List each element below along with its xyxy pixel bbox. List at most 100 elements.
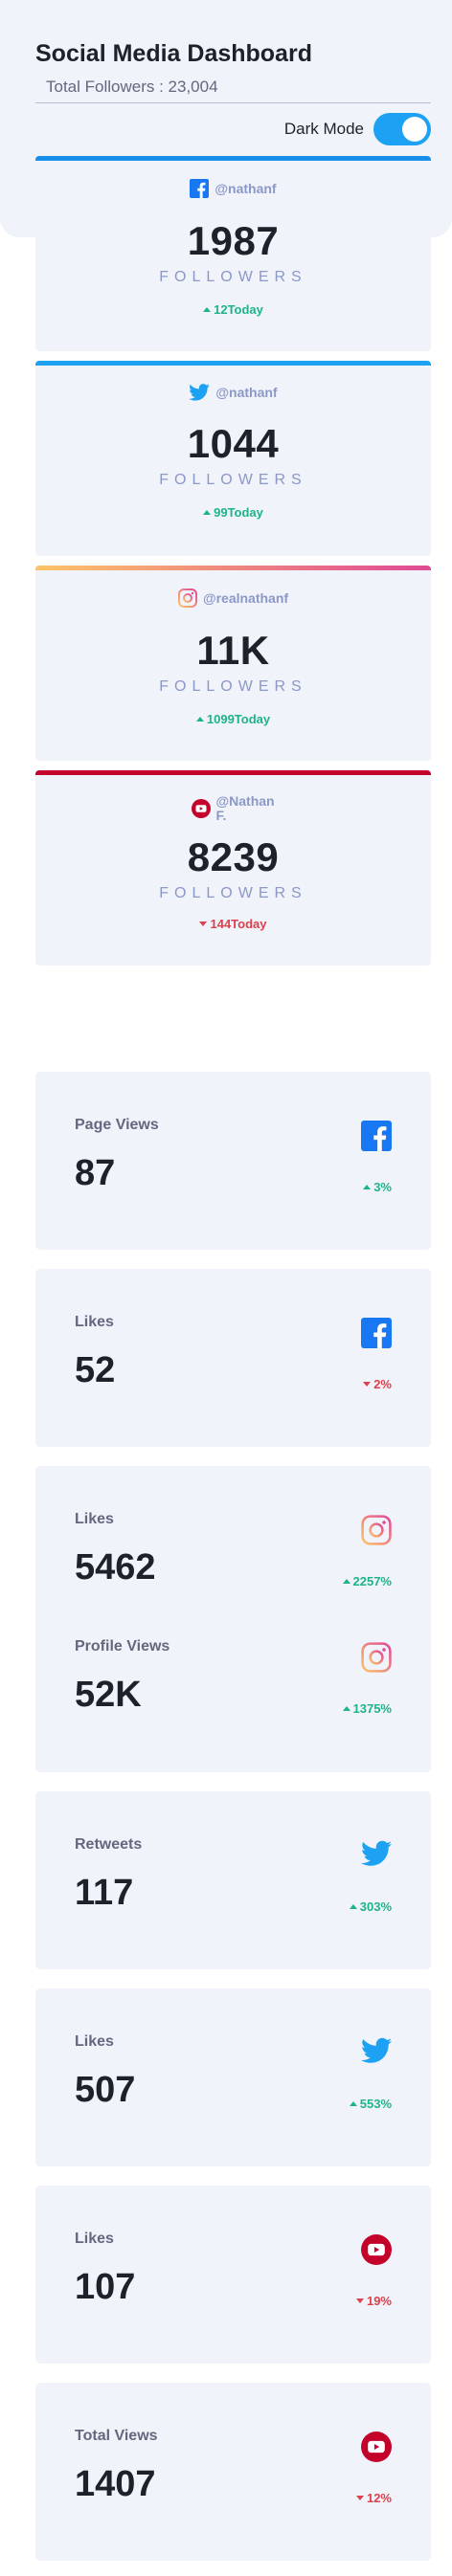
card-top-bar [35,770,431,775]
arrow-down-icon [363,1382,372,1387]
overview-row-instagram-profile-views[interactable]: Profile Views 52K 1375% [35,1593,431,1721]
card-handle: @Nathan F. [215,793,275,823]
overview-card-youtube-total-views[interactable]: Total Views 1407 12% [35,2383,431,2561]
overview-title: Likes [75,1314,114,1330]
follower-card-facebook[interactable]: @nathanf 1987 FOLLOWERS 12Today [35,156,431,351]
arrow-up-icon [195,717,204,722]
total-followers: Total Followers : 23,004 [46,78,218,96]
follower-count: 1044 [187,421,280,466]
overview-change: 12% [355,2491,392,2505]
follower-card-twitter[interactable]: @nathanf 1044 FOLLOWERS 99Today [35,361,431,556]
overview-card-youtube-likes[interactable]: Likes 107 19% [35,2186,431,2364]
overview-value: 52K [75,1675,142,1715]
card-handle-row: @Nathan F. [35,794,431,823]
overview-change: 2% [363,1377,392,1391]
followers-label: FOLLOWERS [159,885,307,901]
follower-card-youtube[interactable]: @Nathan F. 8239 FOLLOWERS 144Today [35,770,431,966]
overview-row-instagram-likes[interactable]: Likes 5462 2257% [35,1466,431,1593]
follower-count: 1987 [187,218,280,263]
page-title: Social Media Dashboard [35,40,312,67]
toggle-knob [402,117,427,142]
overview-card-facebook-likes[interactable]: Likes 52 2% [35,1269,431,1447]
instagram-icon [177,588,197,608]
twitter-icon [189,384,211,401]
today-change: 12Today [35,302,431,317]
today-change-value: 1099Today [206,712,271,726]
today-change-value: 144Today [210,917,267,931]
overview-card-twitter-likes[interactable]: Likes 507 553% [35,1988,431,2166]
overview-card-instagram[interactable]: Likes 5462 2257% Profile Views 52K 1375% [35,1466,431,1772]
overview-change-value: 19% [366,2294,392,2308]
card-handle-row: @nathanf [35,179,431,198]
today-change-value: 12Today [214,302,263,317]
overview-card-twitter-retweets[interactable]: Retweets 117 303% [35,1791,431,1969]
overview-card-facebook-page-views[interactable]: Page Views 87 3% [35,1072,431,1250]
youtube-icon [191,799,211,818]
overview-change: 553% [349,2097,392,2111]
facebook-icon [361,1121,392,1151]
arrow-up-icon [349,2101,357,2106]
overview-change: 19% [355,2294,392,2308]
card-handle: @nathanf [215,385,278,400]
arrow-down-icon [199,922,208,926]
twitter-icon [361,1840,392,1871]
overview-value: 5462 [75,1547,156,1588]
twitter-icon [361,2037,392,2068]
overview-title: Likes [75,1511,114,1527]
followers-label: FOLLOWERS [159,269,307,285]
today-change: 1099Today [35,712,431,726]
header-divider [35,102,431,103]
youtube-icon [361,2234,392,2265]
overview-value: 52 [75,1350,116,1390]
overview-change-value: 2257% [352,1574,392,1588]
overview-title: Likes [75,2231,114,2247]
overview-change: 3% [363,1180,392,1194]
followers-label: FOLLOWERS [159,678,307,695]
arrow-up-icon [342,1579,350,1584]
overview-value: 507 [75,2070,136,2110]
follower-card-instagram[interactable]: @realnathanf 11K FOLLOWERS 1099Today [35,566,431,761]
header: Social Media Dashboard Total Followers :… [35,38,431,103]
arrow-down-icon [355,2496,364,2500]
dark-mode-label: Dark Mode [283,120,364,138]
arrow-up-icon [203,307,212,312]
card-top-bar [35,156,431,161]
overview-change-value: 12% [366,2491,392,2505]
card-handle: @nathanf [215,181,277,196]
today-change-value: 99Today [214,505,263,520]
arrow-down-icon [355,2298,364,2303]
arrow-up-icon [203,510,212,515]
facebook-icon [361,1318,392,1348]
dark-mode-toggle[interactable] [373,113,431,145]
arrow-up-icon [342,1706,350,1711]
overview-change-value: 1375% [352,1701,392,1716]
overview-change: 303% [349,1899,392,1914]
overview-value: 107 [75,2267,136,2307]
instagram-icon [361,1642,392,1673]
card-handle-row: @nathanf [35,384,431,401]
overview-title: Total Views [75,2428,158,2444]
overview-change-value: 553% [359,2097,392,2111]
arrow-up-icon [349,1904,357,1909]
overview-title: Profile Views [75,1638,170,1654]
followers-label: FOLLOWERS [159,472,307,488]
instagram-icon [361,1515,392,1545]
overview-change-value: 3% [373,1180,392,1194]
youtube-icon [361,2432,392,2462]
overview-value: 87 [75,1153,116,1193]
facebook-icon [190,179,210,198]
card-handle: @realnathanf [202,590,289,606]
overview-change-value: 303% [359,1899,392,1914]
card-top-bar [35,361,431,366]
overview-title: Likes [75,2033,114,2050]
dark-mode-control: Dark Mode [284,113,431,145]
overview-change-value: 2% [373,1377,392,1391]
today-change: 99Today [35,505,431,520]
follower-count: 11K [196,628,270,673]
overview-value: 117 [75,1873,134,1913]
card-top-bar [35,566,431,570]
overview-change: 1375% [342,1701,392,1716]
arrow-up-icon [363,1185,372,1189]
overview-title: Page Views [75,1117,159,1133]
today-change: 144Today [35,917,431,931]
